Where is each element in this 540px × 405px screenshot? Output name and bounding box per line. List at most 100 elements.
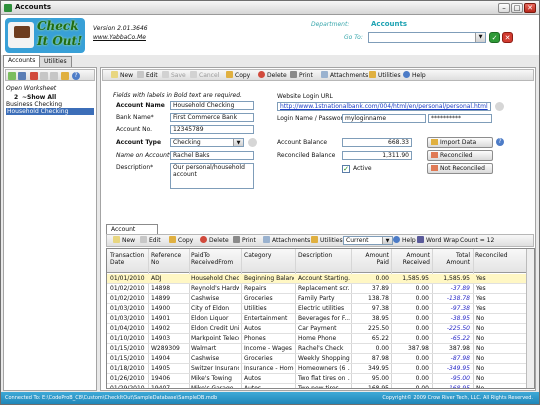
table-cell: 349.95 xyxy=(368,365,389,372)
goto-select[interactable]: ▼ xyxy=(368,32,486,43)
delete-button[interactable]: Delete xyxy=(258,71,287,81)
open-url-icon[interactable] xyxy=(495,102,504,111)
list-icon[interactable] xyxy=(40,72,48,80)
table-row[interactable]: 01/02/2010 14899 Cashwise Groceries Family P… xyxy=(107,294,526,304)
name-on-account-field[interactable]: Rachel Baks xyxy=(170,151,254,160)
show-all-item[interactable]: ~Show All xyxy=(22,94,56,101)
column-header[interactable]: Amount Received xyxy=(392,252,430,266)
table-row[interactable]: 01/15/2010 W289309 Walmart Income - Wages Ra… xyxy=(107,344,526,354)
connection-text: Connected To: E:\CodeProB_C8\Custom\Chec… xyxy=(5,395,218,401)
table-row[interactable]: 01/01/2010 ADJ Household Chec... Beginning … xyxy=(107,274,526,284)
table-cell: Beginning Balance xyxy=(244,275,294,282)
bank-name-field[interactable]: First Commerce Bank xyxy=(170,113,254,122)
column-header[interactable]: Reconciled xyxy=(475,252,515,259)
help-icon[interactable]: ? xyxy=(72,72,80,80)
column-header[interactable]: Category xyxy=(244,252,294,259)
import-data-button[interactable]: Import Data xyxy=(427,137,493,148)
copy-button[interactable]: Copy xyxy=(226,71,250,81)
column-header[interactable]: Reference No xyxy=(151,252,189,266)
details-delete-button[interactable]: Delete xyxy=(200,236,229,246)
table-cell: 1,585.95 xyxy=(443,275,470,282)
not-reconciled-button[interactable]: Not Reconciled xyxy=(427,163,493,174)
active-label: Active xyxy=(353,165,372,172)
details-help-button[interactable]: Help xyxy=(393,236,416,246)
column-header[interactable]: Total Amount xyxy=(434,252,470,266)
go-cancel-icon[interactable]: ✕ xyxy=(502,32,513,43)
table-row[interactable]: 01/29/2010 19407 Mike's Garage Autos Two new… xyxy=(107,384,526,389)
maximize-button[interactable]: □ xyxy=(511,3,523,13)
lookup-icon[interactable] xyxy=(248,138,257,147)
table-row[interactable]: 01/03/2010 14900 City of Eldon Utilities Ele… xyxy=(107,304,526,314)
table-cell: -97.38 xyxy=(450,305,470,312)
save-button[interactable]: Save xyxy=(162,71,186,81)
table-cell: 14901 xyxy=(151,315,171,322)
utilities-button[interactable]: Utilities xyxy=(369,71,401,81)
grid-icon[interactable] xyxy=(18,72,26,80)
list-item[interactable]: Business Checking xyxy=(6,101,62,108)
account-type-select[interactable]: Checking ▼ xyxy=(170,138,244,147)
vertical-scrollbar[interactable] xyxy=(526,249,534,388)
table-cell: -349.95 xyxy=(446,365,470,372)
website-url-field[interactable]: http://www.1stnationalbank.com/004/html/… xyxy=(277,102,491,111)
help-icon[interactable]: ? xyxy=(496,138,504,146)
account-type-value: Checking xyxy=(173,139,201,146)
description-field[interactable]: Our personal/household account xyxy=(170,163,254,189)
table-row[interactable]: 01/18/2010 14905 Switzer Insurance Insuranc… xyxy=(107,364,526,374)
table-row[interactable]: 01/03/2010 14901 Eldon Liquor Entertainment… xyxy=(107,314,526,324)
table-cell: 01/02/2010 xyxy=(110,295,145,302)
help-button[interactable]: Help xyxy=(403,71,426,81)
column-header[interactable]: PaidTo ReceivedFrom xyxy=(191,252,237,266)
table-cell: No xyxy=(476,315,485,322)
chevron-down-icon[interactable]: ▼ xyxy=(475,33,485,42)
details-edit-button[interactable]: Edit xyxy=(140,236,161,246)
cancel-button[interactable]: Cancel xyxy=(190,71,219,81)
details-print-button[interactable]: Print xyxy=(233,236,256,246)
filter-select[interactable]: Current ▼ xyxy=(343,236,393,245)
table-row[interactable]: 01/10/2010 14903 Markpoint Teleco... Phones… xyxy=(107,334,526,344)
column-header[interactable]: Amount Paid xyxy=(353,252,389,266)
list-item-selected[interactable]: Household Checking xyxy=(6,108,94,115)
minimize-button[interactable]: – xyxy=(498,3,510,13)
details-toolbar: New Edit Copy Delete Print Attachments U… xyxy=(106,234,534,247)
table-row[interactable]: 01/26/2010 19406 Mike's Towing Autos Two fla… xyxy=(107,374,526,384)
check-icon[interactable] xyxy=(8,72,16,80)
table-cell: Groceries xyxy=(244,295,273,302)
password-field[interactable]: ********** xyxy=(428,114,492,123)
chevron-down-icon[interactable]: ▼ xyxy=(233,139,243,146)
tab-utilities-help[interactable]: Utilities & Help xyxy=(39,56,72,75)
details-attachments-button[interactable]: Attachments xyxy=(263,236,310,246)
table-cell: 19407 xyxy=(151,385,171,389)
table-cell: Replacement scr... xyxy=(298,285,350,292)
attachments-button[interactable]: Attachments xyxy=(321,71,368,81)
account-name-field[interactable]: Household Checking xyxy=(170,101,254,110)
table-row[interactable]: 01/02/2010 14898 Reynold's Hardw... Repairs… xyxy=(107,284,526,294)
table-row[interactable]: 01/15/2010 14904 Cashwise Groceries Weekly S… xyxy=(107,354,526,364)
doc-icon[interactable] xyxy=(50,72,58,80)
details-utilities-button[interactable]: Utilities xyxy=(311,236,343,246)
login-name-field[interactable]: myloginname xyxy=(342,114,426,123)
print-button[interactable]: Print xyxy=(290,71,313,81)
new-button[interactable]: New xyxy=(111,71,133,81)
chevron-down-icon[interactable]: ▼ xyxy=(382,237,392,244)
status-bar: Connected To: E:\CodeProB_C8\Custom\Chec… xyxy=(1,392,539,404)
table-cell: 01/18/2010 xyxy=(110,365,145,372)
table-row[interactable]: 01/04/2010 14902 Eldon Credit Union Autos Ca… xyxy=(107,324,526,334)
close-button[interactable]: ✕ xyxy=(524,3,536,13)
details-copy-button[interactable]: Copy xyxy=(169,236,193,246)
word-wrap-button[interactable]: Word Wrap xyxy=(417,236,459,246)
column-header[interactable]: Description xyxy=(298,252,346,259)
tab-account-details[interactable]: Account Details xyxy=(106,224,158,242)
details-new-button[interactable]: New xyxy=(113,236,135,246)
column-header[interactable]: Transaction Date xyxy=(110,252,146,266)
app-icon xyxy=(4,4,12,12)
website-link[interactable]: www.YabbaCo.Me xyxy=(93,34,146,41)
reconciled-button[interactable]: Reconciled xyxy=(427,150,493,161)
folder-icon[interactable] xyxy=(61,72,69,80)
go-check-icon[interactable]: ✓ xyxy=(489,32,500,43)
tab-accounts[interactable]: Accounts xyxy=(3,55,41,67)
table-cell: 01/15/2010 xyxy=(110,345,145,352)
active-checkbox[interactable]: ✓ xyxy=(342,165,350,173)
account-no-field[interactable]: 12345789 xyxy=(170,125,254,134)
edit-button[interactable]: Edit xyxy=(137,71,158,81)
delete-icon[interactable] xyxy=(30,72,38,80)
